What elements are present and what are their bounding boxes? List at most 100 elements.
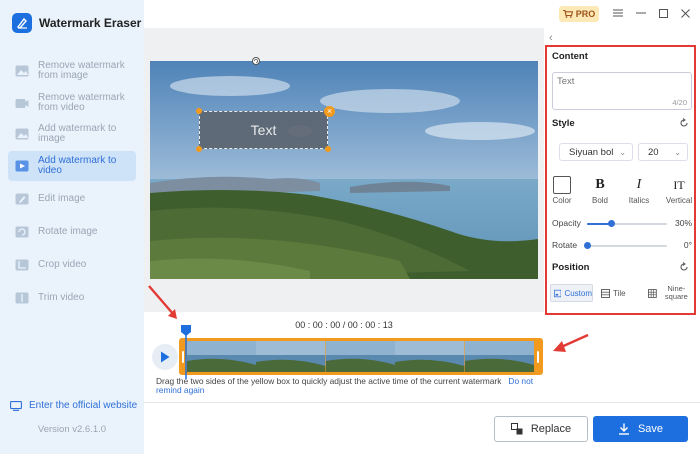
chevron-down-icon: ⌄	[674, 148, 681, 157]
watermark-settings-panel: Content 4/20 Style Siyuan bol ⌄ 20 ⌄ Col…	[545, 45, 696, 315]
video-thumbnail	[187, 341, 257, 372]
position-custom-label: Custom	[564, 288, 592, 298]
opacity-slider-row: Opacity 30%	[552, 218, 692, 230]
italics-icon: I	[636, 177, 642, 192]
monitor-icon	[10, 400, 22, 411]
chevron-down-icon: ⌄	[619, 148, 626, 157]
content-heading: Content	[552, 51, 588, 62]
remove-video-icon	[15, 99, 29, 108]
download-icon	[618, 423, 629, 435]
add-image-icon	[15, 128, 29, 140]
sidebar-item-remove-watermark-image[interactable]: Remove watermark from image	[8, 56, 136, 86]
maximize-icon[interactable]	[656, 6, 670, 20]
style-reset-icon[interactable]	[679, 118, 689, 128]
app-logo-icon	[12, 13, 32, 33]
timeline: 00 : 00 : 00 / 00 : 00 : 13 Drag the two…	[144, 312, 544, 402]
sidebar-item-remove-watermark-video[interactable]: Remove watermark from video	[8, 88, 136, 118]
save-button[interactable]: Save	[593, 416, 688, 442]
sidebar-item-rotate-image[interactable]: Rotate image	[8, 217, 136, 247]
replace-icon	[510, 423, 523, 435]
pro-label: PRO	[575, 9, 596, 19]
menu-icon[interactable]	[611, 6, 625, 20]
annotation-arrow-right	[553, 333, 589, 352]
sidebar: Watermark Eraser Remove watermark from i…	[0, 0, 144, 454]
resize-handle[interactable]	[325, 146, 331, 152]
position-nine-square-button[interactable]: Nine-square	[645, 284, 693, 302]
color-button[interactable]: Color	[547, 176, 577, 205]
nine-square-icon	[648, 288, 657, 298]
watermark-delete-icon[interactable]: ×	[324, 106, 335, 117]
sidebar-item-add-watermark-image[interactable]: Add watermark to image	[8, 119, 136, 149]
content-textarea[interactable]: 4/20	[552, 72, 692, 110]
sidebar-item-label: Edit image	[38, 193, 86, 204]
font-family-value: Siyuan bol	[569, 146, 614, 158]
play-icon	[161, 351, 170, 363]
minimize-icon[interactable]	[634, 6, 648, 20]
annotation-arrow-left	[148, 285, 177, 319]
opacity-slider-knob[interactable]	[608, 220, 615, 227]
app-title: Watermark Eraser	[39, 16, 142, 30]
video-thumbnail	[256, 341, 326, 372]
rotate-label: Rotate	[552, 240, 578, 250]
watermark-rotate-icon[interactable]	[251, 56, 261, 66]
timecode: 00 : 00 : 00 / 00 : 00 : 13	[295, 320, 393, 330]
official-website-link[interactable]: Enter the official website	[10, 400, 137, 411]
watermark-text-box[interactable]: Text	[199, 111, 328, 149]
timeline-strip[interactable]	[179, 338, 543, 375]
color-label: Color	[552, 196, 572, 205]
resize-handle[interactable]	[196, 146, 202, 152]
cart-icon	[562, 10, 573, 18]
position-heading: Position	[552, 262, 590, 273]
play-button[interactable]	[152, 344, 178, 370]
version-label: Version v2.6.1.0	[37, 424, 107, 435]
italics-button[interactable]: I Italics	[624, 176, 654, 205]
bold-icon: B	[595, 177, 605, 192]
timeline-right-handle[interactable]	[537, 351, 539, 363]
timeline-hint-text: Drag the two sides of the yellow box to …	[156, 376, 502, 386]
color-swatch	[553, 176, 571, 194]
sidebar-item-label: Rotate image	[38, 226, 98, 237]
sidebar-item-add-watermark-video[interactable]: Add watermark to video	[8, 151, 136, 181]
sidebar-item-edit-image[interactable]: Edit image	[8, 184, 136, 214]
content-input[interactable]	[557, 76, 677, 87]
opacity-slider[interactable]	[587, 220, 667, 227]
rotate-slider-knob[interactable]	[584, 242, 591, 249]
custom-position-icon	[554, 289, 562, 297]
rotate-slider-row: Rotate 0°	[552, 240, 692, 252]
landscape-video-image	[150, 61, 538, 279]
sidebar-item-label: Remove watermark from image	[38, 60, 125, 81]
vertical-label: Vertical	[665, 196, 693, 205]
font-size-select[interactable]: 20 ⌄	[638, 143, 688, 161]
bold-label: Bold	[591, 196, 608, 205]
video-thumbnail	[325, 341, 396, 372]
save-label: Save	[637, 423, 664, 435]
rotate-value: 0°	[683, 240, 692, 250]
position-reset-icon[interactable]	[679, 262, 689, 272]
position-tile-button[interactable]: Tile	[598, 284, 634, 302]
position-nine-square-label: Nine-square	[664, 284, 688, 301]
pro-button[interactable]: PRO	[559, 6, 599, 22]
close-icon[interactable]	[678, 6, 692, 20]
sidebar-item-crop-video[interactable]: Crop video	[8, 250, 136, 280]
bottom-action-bar: Replace Save	[144, 402, 700, 454]
sidebar-item-label: Add watermark to image	[38, 123, 117, 144]
playhead[interactable]	[181, 325, 191, 379]
font-family-select[interactable]: Siyuan bol ⌄	[559, 143, 633, 161]
back-chevron-icon[interactable]: ‹	[549, 32, 553, 44]
tile-icon	[601, 288, 610, 298]
vertical-button[interactable]: IT Vertical	[664, 176, 694, 206]
remove-image-icon	[15, 65, 29, 77]
video-frame: Text ×	[150, 61, 538, 279]
sidebar-item-trim-video[interactable]: Trim video	[8, 283, 136, 313]
bold-button[interactable]: B Bold	[585, 176, 615, 205]
watermark-text: Text	[250, 122, 277, 138]
italics-label: Italics	[628, 196, 650, 205]
replace-button[interactable]: Replace	[494, 416, 588, 442]
resize-handle[interactable]	[196, 108, 202, 114]
trim-video-icon	[15, 292, 29, 304]
rotate-slider[interactable]	[584, 242, 667, 249]
position-custom-button[interactable]: Custom	[550, 284, 593, 302]
font-size-value: 20	[648, 146, 659, 158]
video-thumbnails	[187, 341, 534, 372]
crop-video-icon	[15, 259, 29, 271]
